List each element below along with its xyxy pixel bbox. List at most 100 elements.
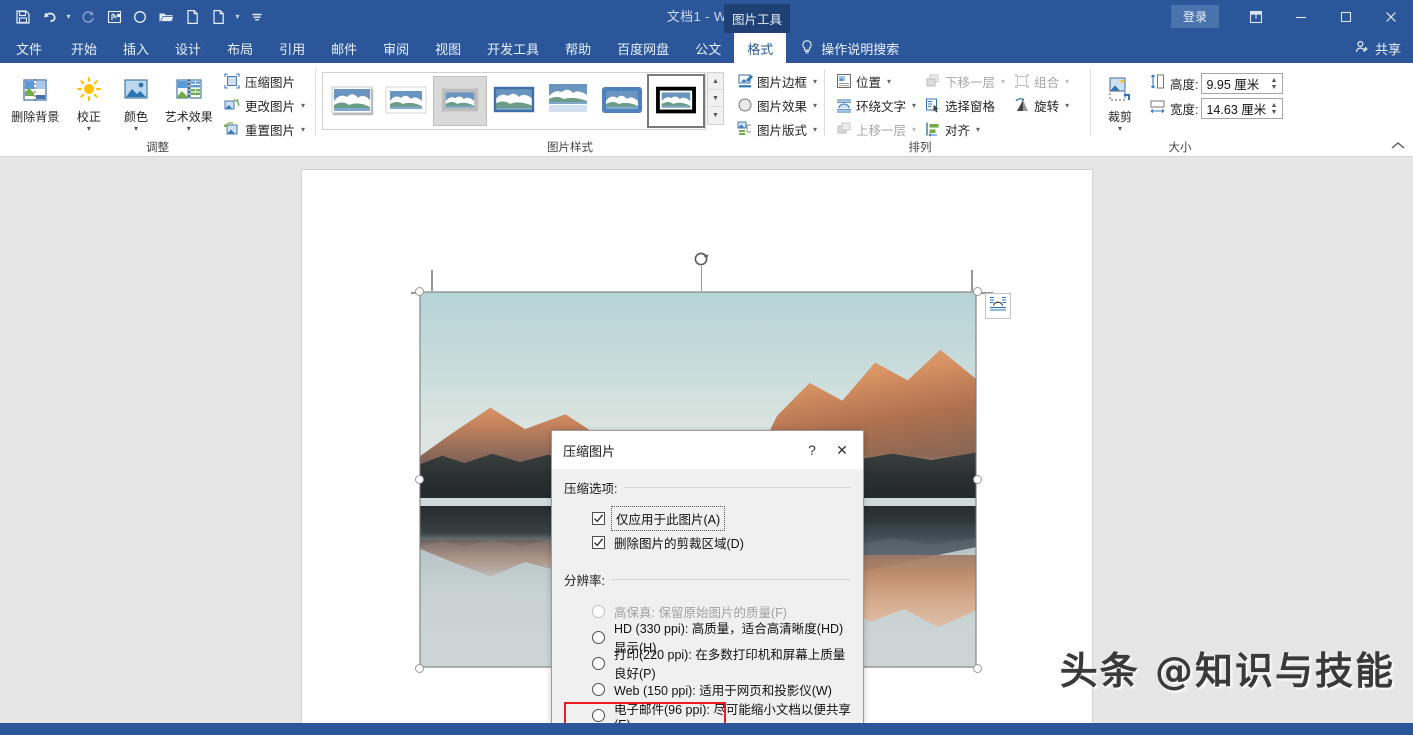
- gallery-scroll-up-icon[interactable]: ▲: [708, 73, 723, 90]
- maximize-icon[interactable]: [1323, 0, 1368, 33]
- collapse-ribbon-icon[interactable]: [1391, 140, 1405, 154]
- layout-options-button[interactable]: [985, 293, 1011, 319]
- dialog-close-icon[interactable]: ✕: [827, 435, 857, 465]
- radio-web[interactable]: [592, 683, 605, 696]
- picture-effects-dropdown-icon[interactable]: ▾: [813, 101, 817, 110]
- tab-developer[interactable]: 开发工具: [474, 33, 552, 63]
- ellipse-icon[interactable]: [127, 4, 153, 30]
- resize-handle-top-left[interactable]: [415, 287, 424, 296]
- picture-style-item[interactable]: [541, 76, 595, 126]
- bring-forward-button[interactable]: 上移一层 ▾: [831, 117, 920, 141]
- send-backward-dropdown-icon[interactable]: ▾: [1001, 77, 1005, 86]
- checkbox-row-delete-cropped-areas[interactable]: 删除图片的剪裁区域(D): [592, 530, 851, 554]
- sign-in-button[interactable]: 登录: [1171, 5, 1219, 28]
- group-button[interactable]: 组合 ▾: [1009, 69, 1084, 93]
- radio-print[interactable]: [592, 657, 605, 670]
- width-stepper[interactable]: ▲▼: [1267, 99, 1280, 118]
- close-icon[interactable]: [1368, 0, 1413, 33]
- resize-handle-bottom-left[interactable]: [415, 664, 424, 673]
- picture-style-item[interactable]: [487, 76, 541, 126]
- artistic-effects-button[interactable]: 艺术效果 ▾: [160, 67, 218, 133]
- tab-help[interactable]: 帮助: [552, 33, 604, 63]
- remove-background-button[interactable]: 删除背景: [6, 67, 64, 124]
- undo-dropdown-icon[interactable]: ▾: [62, 4, 75, 30]
- tab-mailings[interactable]: 邮件: [318, 33, 370, 63]
- tab-file[interactable]: 文件: [0, 33, 58, 63]
- tab-format[interactable]: 格式: [734, 33, 786, 63]
- ribbon-display-options-icon[interactable]: [1233, 0, 1278, 33]
- checkbox-apply-only-this-picture[interactable]: [592, 512, 605, 525]
- compress-pictures-dialog[interactable]: 压缩图片 ? ✕ 压缩选项: 仅应用于此图片(A): [551, 430, 864, 723]
- change-picture-dropdown-icon[interactable]: ▾: [301, 101, 305, 110]
- align-dropdown-icon[interactable]: ▾: [976, 125, 980, 134]
- save-icon[interactable]: [10, 4, 36, 30]
- tab-baidu-netdisk[interactable]: 百度网盘: [604, 33, 682, 63]
- tab-insert[interactable]: 插入: [110, 33, 162, 63]
- send-backward-button[interactable]: 下移一层 ▾: [920, 69, 1009, 93]
- resize-handle-mid-left[interactable]: [415, 475, 424, 484]
- bring-forward-dropdown-icon[interactable]: ▾: [912, 125, 916, 134]
- radio-hd[interactable]: [592, 631, 605, 644]
- resize-handle-top-right[interactable]: [973, 287, 982, 296]
- picture-style-item[interactable]: [325, 76, 379, 126]
- corrections-dropdown-icon[interactable]: ▾: [87, 124, 91, 133]
- undo-icon[interactable]: [36, 4, 62, 30]
- wrap-text-button[interactable]: 环绕文字 ▾: [831, 93, 920, 117]
- corrections-button[interactable]: 校正 ▾: [65, 67, 112, 133]
- minimize-icon[interactable]: [1278, 0, 1323, 33]
- reset-picture-dropdown-icon[interactable]: ▾: [301, 125, 305, 134]
- tab-design[interactable]: 设计: [162, 33, 214, 63]
- picture-layout-button[interactable]: 图片版式 ▾: [732, 117, 821, 141]
- share-button[interactable]: 共享: [1354, 33, 1401, 63]
- picture-style-item-selected[interactable]: [649, 76, 703, 126]
- picture-border-button[interactable]: 图片边框 ▾: [732, 69, 821, 93]
- gallery-more-icon[interactable]: ▼: [708, 107, 723, 124]
- position-dropdown-icon[interactable]: ▾: [887, 77, 891, 86]
- tell-me-box[interactable]: 操作说明搜索: [786, 33, 899, 63]
- redo-icon[interactable]: [75, 4, 101, 30]
- group-dropdown-icon[interactable]: ▾: [1065, 77, 1069, 86]
- height-stepper[interactable]: ▲▼: [1267, 74, 1280, 93]
- customize-qat-icon[interactable]: [244, 4, 270, 30]
- selection-pane-button[interactable]: 选择窗格: [920, 93, 1009, 117]
- checkbox-row-apply-only-this-picture[interactable]: 仅应用于此图片(A): [592, 506, 851, 530]
- gallery-scroll-buttons[interactable]: ▲ ▼ ▼: [707, 72, 724, 125]
- artistic-effects-dropdown-icon[interactable]: ▾: [187, 124, 191, 133]
- touch-mode-icon[interactable]: [101, 4, 127, 30]
- radio-row-print[interactable]: 打印(220 ppi): 在多数打印机和屏幕上质量良好(P): [592, 650, 851, 676]
- gallery-scroll-down-icon[interactable]: ▼: [708, 90, 723, 107]
- picture-style-item[interactable]: [379, 76, 433, 126]
- width-input[interactable]: 14.63 厘米 ▲▼: [1201, 98, 1283, 119]
- picture-effects-button[interactable]: 图片效果 ▾: [732, 93, 821, 117]
- align-button[interactable]: 对齐 ▾: [920, 117, 1009, 141]
- document-canvas[interactable]: 压缩图片 ? ✕ 压缩选项: 仅应用于此图片(A): [0, 157, 1413, 723]
- crop-button[interactable]: 裁剪 ▾: [1097, 67, 1143, 133]
- tab-gongwen[interactable]: 公文: [682, 33, 734, 63]
- color-dropdown-icon[interactable]: ▾: [134, 124, 138, 133]
- color-button[interactable]: 颜色 ▾: [112, 67, 159, 133]
- change-picture-button[interactable]: 更改图片 ▾: [220, 93, 309, 117]
- open-icon[interactable]: [153, 4, 179, 30]
- wrap-text-dropdown-icon[interactable]: ▾: [912, 101, 916, 110]
- radio-high-fidelity[interactable]: [592, 605, 605, 618]
- tab-review[interactable]: 审阅: [370, 33, 422, 63]
- new-blank-dropdown-icon[interactable]: ▾: [231, 4, 244, 30]
- tab-home[interactable]: 开始: [58, 33, 110, 63]
- picture-border-dropdown-icon[interactable]: ▾: [813, 77, 817, 86]
- resize-handle-bottom-right[interactable]: [973, 664, 982, 673]
- new-blank-icon[interactable]: [205, 4, 231, 30]
- picture-style-item[interactable]: [433, 76, 487, 126]
- tab-view[interactable]: 视图: [422, 33, 474, 63]
- position-button[interactable]: 位置 ▾: [831, 69, 920, 93]
- picture-styles-gallery[interactable]: [322, 72, 706, 130]
- dialog-help-icon[interactable]: ?: [797, 435, 827, 465]
- rotate-handle-icon[interactable]: [692, 249, 712, 269]
- picture-style-item[interactable]: [595, 76, 649, 126]
- resize-handle-mid-right[interactable]: [973, 475, 982, 484]
- rotate-dropdown-icon[interactable]: ▾: [1065, 101, 1069, 110]
- tab-layout[interactable]: 布局: [214, 33, 266, 63]
- compress-pictures-button[interactable]: 压缩图片: [220, 69, 309, 93]
- new-doc-icon[interactable]: [179, 4, 205, 30]
- rotate-button[interactable]: 旋转 ▾: [1009, 93, 1084, 117]
- crop-dropdown-icon[interactable]: ▾: [1118, 124, 1122, 133]
